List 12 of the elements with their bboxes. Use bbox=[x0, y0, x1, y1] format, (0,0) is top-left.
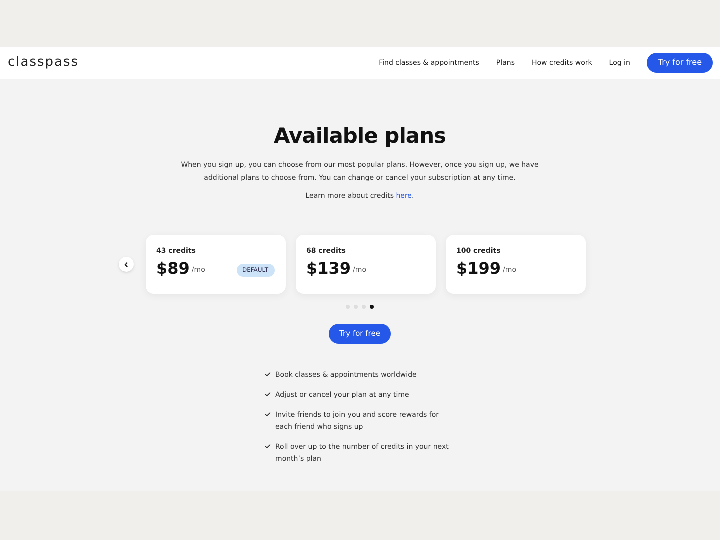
price: $199 bbox=[456, 260, 502, 278]
check-icon bbox=[264, 412, 270, 417]
page-heading: Available plans bbox=[274, 123, 446, 150]
try-for-free-button[interactable]: Try for free bbox=[647, 53, 713, 73]
previous-button[interactable] bbox=[118, 257, 134, 272]
price: $89 bbox=[156, 260, 190, 278]
check-icon bbox=[264, 372, 270, 377]
chevron-left-icon bbox=[124, 262, 128, 268]
price: $139 bbox=[306, 260, 352, 278]
logo[interactable]: classpass bbox=[8, 53, 80, 73]
check-icon bbox=[264, 392, 270, 397]
check-icon bbox=[264, 444, 270, 449]
